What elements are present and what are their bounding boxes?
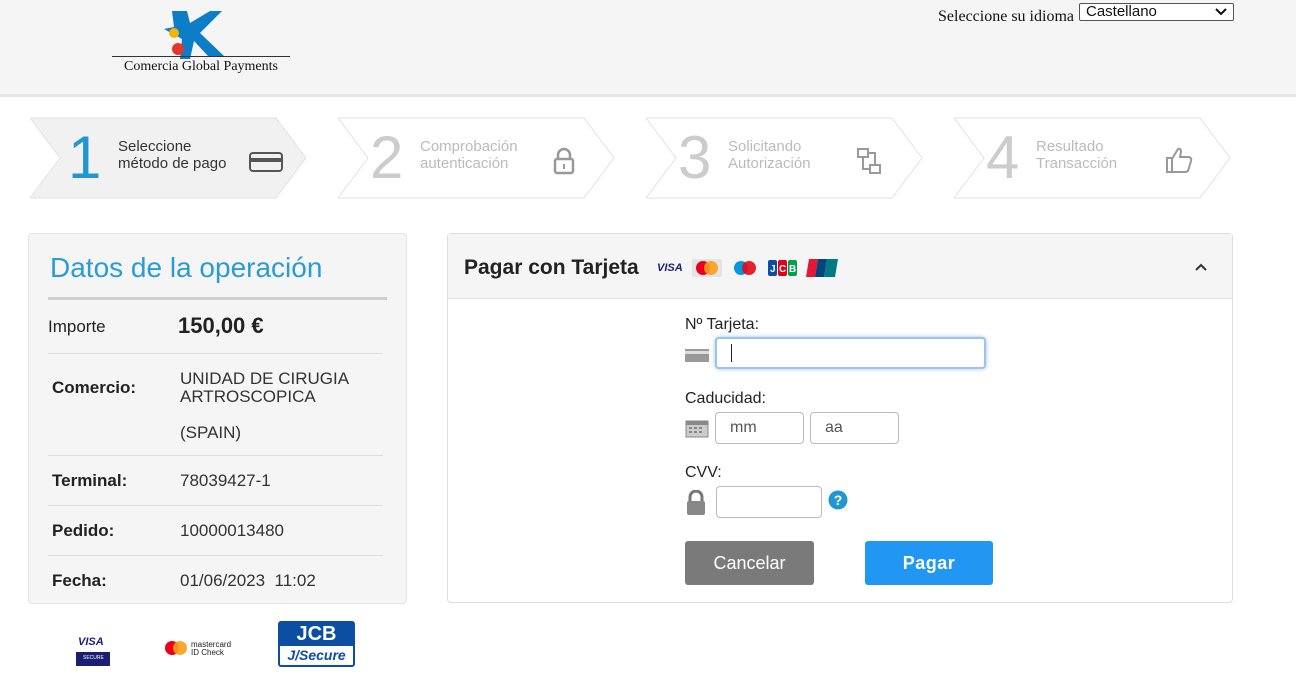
merchant-label: Comercio: (52, 378, 137, 397)
payment-title: Pagar con Tarjeta (464, 256, 639, 279)
language-selected: Castellano (1086, 3, 1157, 20)
padlock-icon (687, 490, 705, 515)
expiry-year-input[interactable]: aa (810, 412, 899, 444)
step-1: 1 Seleccione método de pago (30, 117, 308, 199)
network-icon (857, 148, 881, 174)
operation-details-panel: Datos de la operación Importe 150,00 € C… (28, 233, 407, 604)
step-3: 3 Solicitando Autorización (646, 117, 924, 199)
step-2: 2 Comprobación autenticación (338, 117, 616, 199)
month-placeholder: mm (730, 419, 757, 436)
chevron-down-icon (1215, 7, 1227, 15)
svg-text:VISA: VISA (657, 262, 683, 274)
mastercard-idcheck-logo (165, 641, 187, 655)
card-icon (685, 349, 709, 362)
jcb-jsecure-logo: JCB J/Secure (278, 621, 355, 667)
svg-text:C: C (779, 264, 786, 275)
visa-secure-sub: SECURE (83, 655, 104, 661)
terminal-row: Terminal: 78039427-1 (48, 456, 383, 506)
merchant-row: Comercio: UNIDAD DE CIRUGIA ARTROSCOPICA … (48, 354, 383, 456)
amount-row: Importe 150,00 € (48, 300, 383, 354)
pay-button[interactable]: Pagar (865, 541, 993, 585)
svg-text:J: J (770, 264, 776, 275)
calendar-icon (685, 420, 709, 438)
amount-label: Importe (48, 317, 106, 336)
expiry-month-input[interactable]: mm (715, 412, 804, 444)
card-number-input[interactable] (715, 337, 986, 369)
mastercard-icon (692, 259, 722, 277)
cancel-button[interactable]: Cancelar (685, 541, 814, 585)
chevron-up-icon[interactable] (1194, 262, 1208, 272)
language-label: Seleccione su idioma (938, 8, 1074, 25)
visa-icon: VISA (657, 262, 683, 274)
order-row: Pedido: 10000013480 (48, 506, 383, 556)
date-value: 01/06/2023 11:02 (180, 571, 316, 590)
step-label: Resultado Transacción (1036, 138, 1118, 172)
card-number-label: Nº Tarjeta: (685, 316, 760, 333)
merchant-value: UNIDAD DE CIRUGIA ARTROSCOPICA (180, 369, 350, 406)
visa-secure-text: VISA (78, 636, 104, 648)
jcb-text: JCB (280, 623, 353, 646)
jsecure-text: J/Secure (287, 647, 346, 663)
order-value: 10000013480 (180, 521, 285, 540)
svg-text:B: B (789, 264, 796, 275)
terminal-value: 78039427-1 (180, 471, 271, 490)
date-row: Fecha: 01/06/2023 11:02 (48, 556, 383, 602)
step-label: Seleccione método de pago (118, 138, 227, 172)
language-select[interactable]: Castellano (1079, 2, 1234, 21)
year-placeholder: aa (825, 419, 843, 436)
maestro-icon (734, 261, 756, 275)
payment-header[interactable]: Pagar con Tarjeta VISA JCB (448, 234, 1232, 299)
jcb-icon: JCB (768, 260, 797, 276)
step-number: 1 (68, 124, 102, 191)
operation-title: Datos de la operación (50, 252, 323, 283)
language-selector: Seleccione su idioma Castellano (938, 0, 1234, 26)
cvv-input[interactable] (716, 486, 822, 518)
help-icon[interactable]: ? (828, 490, 848, 510)
step-number: 3 (678, 124, 712, 191)
step-4: 4 Resultado Transacción (954, 117, 1232, 199)
logo-text: Comercia Global Payments (112, 56, 290, 75)
lock-icon (553, 147, 575, 175)
cvv-label: CVV: (685, 464, 722, 481)
step-number: 2 (370, 124, 404, 191)
step-label: Solicitando Autorización (728, 138, 811, 172)
svg-text:?: ? (834, 492, 843, 508)
step-number: 4 (986, 124, 1020, 191)
expiry-label: Caducidad: (685, 390, 766, 407)
thumbs-up-icon (1166, 147, 1193, 173)
terminal-label: Terminal: (52, 471, 128, 490)
order-label: Pedido: (52, 521, 115, 540)
card-icon (249, 152, 283, 172)
header: Comercia Global Payments Seleccione su i… (0, 0, 1296, 97)
card-payment-panel: Pagar con Tarjeta VISA JCB Nº Tarjeta: C… (447, 233, 1233, 603)
date-label: Fecha: (52, 571, 107, 590)
amount-value: 150,00 € (178, 313, 264, 338)
mastercard-idcheck-text: mastercard ID Check (191, 640, 232, 657)
text-cursor (731, 344, 732, 362)
step-label: Comprobación autenticación (420, 138, 518, 172)
unionpay-icon (806, 259, 838, 277)
card-brands: VISA JCB (656, 259, 838, 277)
merchant-country: (SPAIN) (180, 423, 242, 442)
